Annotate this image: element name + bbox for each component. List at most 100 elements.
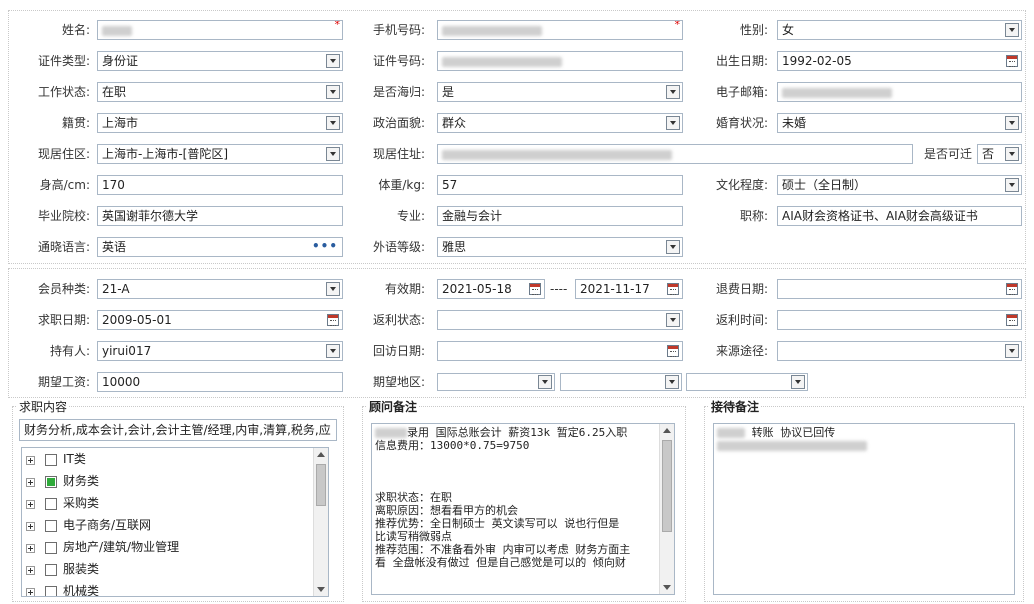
checkbox[interactable] — [45, 520, 57, 532]
email-input[interactable] — [777, 82, 1022, 102]
tree-item[interactable]: IT类 — [26, 448, 86, 470]
source-select[interactable] — [777, 341, 1022, 361]
checkbox[interactable] — [45, 542, 57, 554]
calendar-icon[interactable] — [667, 283, 679, 295]
height-input[interactable]: 170 — [97, 175, 343, 195]
language-input[interactable]: 英语 ••• — [97, 237, 343, 257]
chevron-down-icon[interactable] — [326, 116, 340, 130]
scrollbar[interactable] — [659, 424, 674, 594]
chevron-down-icon[interactable] — [666, 240, 680, 254]
scroll-thumb[interactable] — [662, 440, 672, 532]
checkbox[interactable] — [45, 454, 57, 466]
chevron-down-icon[interactable] — [326, 147, 340, 161]
more-icon[interactable]: ••• — [312, 238, 338, 254]
school-input[interactable]: 英国谢菲尔德大学 — [97, 206, 343, 226]
residence-select[interactable]: 上海市-上海市-[普陀区] — [97, 144, 343, 164]
expand-icon[interactable] — [26, 587, 35, 596]
calendar-icon[interactable] — [327, 314, 339, 326]
tree-item[interactable]: 房地产/建筑/物业管理 — [26, 536, 179, 558]
tree-item[interactable]: 采购类 — [26, 492, 99, 514]
work-status-select[interactable]: 在职 — [97, 82, 343, 102]
calendar-icon[interactable] — [529, 283, 541, 295]
chevron-down-icon[interactable] — [791, 375, 805, 389]
weight-input[interactable]: 57 — [437, 175, 683, 195]
calendar-icon[interactable] — [1006, 55, 1018, 67]
job-category-tree[interactable]: IT类 财务类 采购类 电子商务/互联网 房地产/建筑/物业管理 服装类 机械类 — [21, 447, 329, 597]
scroll-down-icon[interactable] — [317, 587, 325, 592]
name-label: 姓名: — [61, 23, 90, 37]
scroll-up-icon[interactable] — [663, 428, 671, 433]
member-type-select[interactable]: 21-A — [97, 279, 343, 299]
phone-input[interactable]: * — [437, 20, 683, 40]
scroll-up-icon[interactable] — [317, 452, 325, 457]
scroll-down-icon[interactable] — [663, 585, 671, 590]
address-input[interactable] — [437, 144, 913, 164]
refund-date-input[interactable] — [777, 279, 1022, 299]
valid-from-input[interactable]: 2021-05-18 — [437, 279, 545, 299]
expand-icon[interactable] — [26, 477, 35, 487]
calendar-icon[interactable] — [667, 345, 679, 357]
area-city-select[interactable] — [560, 373, 682, 391]
tree-item[interactable]: 财务类 — [26, 470, 99, 492]
rebate-time-input[interactable] — [777, 310, 1022, 330]
reception-notes-textarea[interactable]: 转账 协议已回传 — [713, 423, 1015, 595]
checkbox[interactable] — [45, 498, 57, 510]
chevron-down-icon[interactable] — [1005, 344, 1019, 358]
native-select[interactable]: 上海市 — [97, 113, 343, 133]
visit-date-input[interactable] — [437, 341, 683, 361]
calendar-icon[interactable] — [1006, 314, 1018, 326]
tree-item[interactable]: 机械类 — [26, 580, 99, 596]
checkbox[interactable] — [45, 476, 57, 488]
salary-input[interactable]: 10000 — [97, 372, 343, 392]
birth-date-input[interactable]: 1992-02-05 — [777, 51, 1022, 71]
tree-item-label: 房地产/建筑/物业管理 — [63, 540, 180, 554]
valid-to-input[interactable]: 2021-11-17 — [575, 279, 683, 299]
expand-icon[interactable] — [26, 521, 35, 531]
chevron-down-icon[interactable] — [1005, 116, 1019, 130]
id-no-input[interactable] — [437, 51, 683, 71]
chevron-down-icon[interactable] — [326, 344, 340, 358]
job-content-summary[interactable]: 财务分析,成本会计,会计,会计主管/经理,内审,清算,税务,应 — [19, 419, 337, 441]
rebate-status-select[interactable] — [437, 310, 683, 330]
chevron-down-icon[interactable] — [326, 282, 340, 296]
gender-select[interactable]: 女 — [777, 20, 1022, 40]
id-type-select[interactable]: 身份证 — [97, 51, 343, 71]
lang-level-select[interactable]: 雅思 — [437, 237, 683, 257]
scrollbar[interactable] — [313, 448, 328, 596]
checkbox[interactable] — [45, 586, 57, 596]
returnee-select[interactable]: 是 — [437, 82, 683, 102]
chevron-down-icon[interactable] — [538, 375, 552, 389]
chevron-down-icon[interactable] — [665, 375, 679, 389]
education-select[interactable]: 硕士（全日制） — [777, 175, 1022, 195]
chevron-down-icon[interactable] — [666, 313, 680, 327]
chevron-down-icon[interactable] — [666, 85, 680, 99]
chevron-down-icon[interactable] — [326, 85, 340, 99]
expand-icon[interactable] — [26, 543, 35, 553]
job-date-input[interactable]: 2009-05-01 — [97, 310, 343, 330]
expand-icon[interactable] — [26, 455, 35, 465]
work-status-label: 工作状态: — [37, 85, 90, 99]
job-content-title: 求职内容 — [17, 400, 70, 414]
marital-select[interactable]: 未婚 — [777, 113, 1022, 133]
chevron-down-icon[interactable] — [1005, 178, 1019, 192]
advisor-notes-textarea[interactable]: 录用 国际总账会计 薪资13k 暂定6.25入职 信息费用：13000*0.75… — [371, 423, 675, 595]
holder-select[interactable]: yirui017 — [97, 341, 343, 361]
chevron-down-icon[interactable] — [1005, 23, 1019, 37]
area-district-select[interactable] — [686, 373, 808, 391]
checkbox[interactable] — [45, 564, 57, 576]
area-province-select[interactable] — [437, 373, 555, 391]
chevron-down-icon[interactable] — [326, 54, 340, 68]
calendar-icon[interactable] — [1006, 283, 1018, 295]
chevron-down-icon[interactable] — [1005, 147, 1019, 161]
chevron-down-icon[interactable] — [666, 116, 680, 130]
expand-icon[interactable] — [26, 565, 35, 575]
migrate-select[interactable]: 否 — [977, 144, 1022, 164]
title-input[interactable]: AIA财会资格证书、AIA财会高级证书 — [777, 206, 1022, 226]
political-select[interactable]: 群众 — [437, 113, 683, 133]
name-input[interactable]: * — [97, 20, 343, 40]
tree-item[interactable]: 服装类 — [26, 558, 99, 580]
expand-icon[interactable] — [26, 499, 35, 509]
scroll-thumb[interactable] — [316, 464, 326, 506]
major-input[interactable]: 金融与会计 — [437, 206, 683, 226]
tree-item[interactable]: 电子商务/互联网 — [26, 514, 151, 536]
